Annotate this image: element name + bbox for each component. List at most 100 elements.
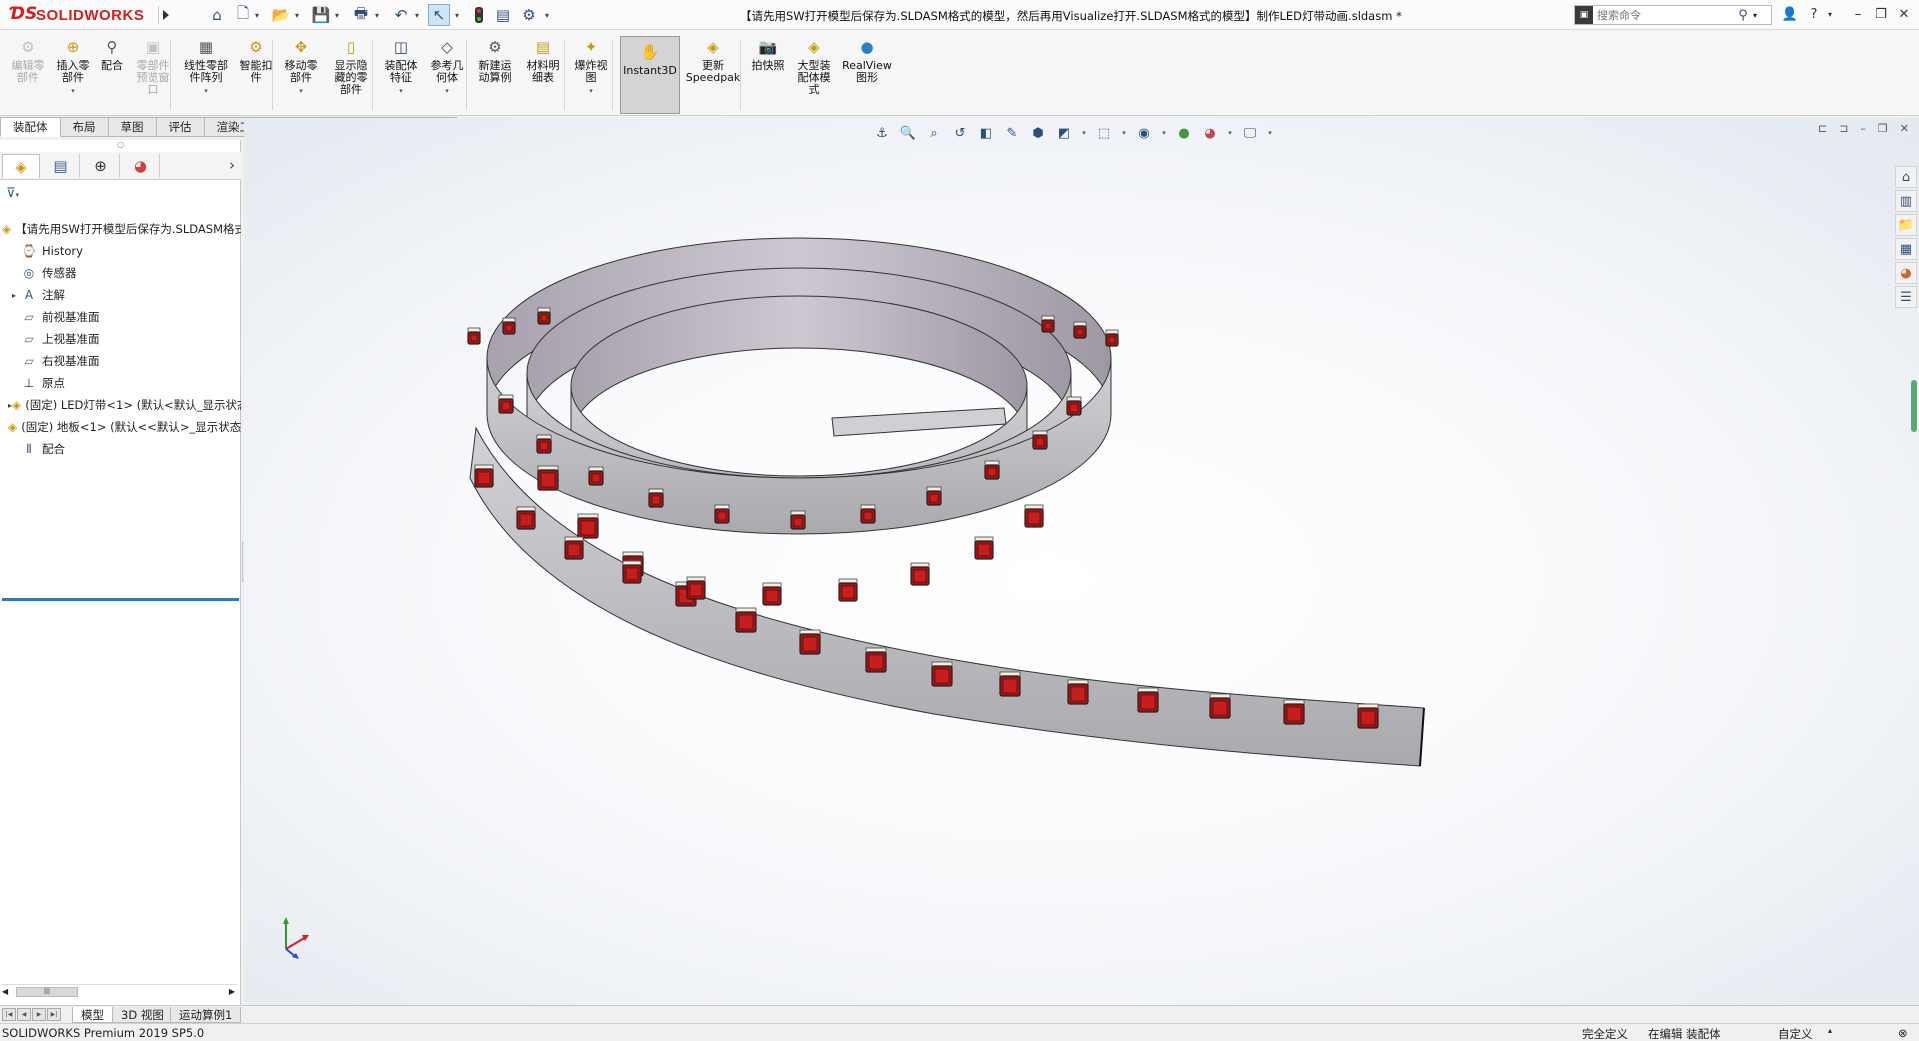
scroll-right-icon[interactable]: ▶ <box>229 987 235 996</box>
task-pane-scroll-thumb[interactable] <box>1911 380 1917 432</box>
rebuild-icon[interactable] <box>468 4 490 26</box>
featuremanager-icon[interactable]: ◈ <box>2 154 40 178</box>
print-dropdown[interactable]: ▾ <box>372 4 382 26</box>
filter-icon[interactable]: ⊽▾ <box>6 186 19 201</box>
tab-model[interactable]: 模型 <box>72 1007 113 1023</box>
section-view-icon[interactable]: ◧ <box>976 123 996 143</box>
assembly-features-button[interactable]: ◫ 装配体 特征 ▾ <box>380 36 422 114</box>
chevron-down-icon[interactable]: ▾ <box>589 85 593 97</box>
mate-button[interactable]: ⚲ 配合 <box>96 36 128 114</box>
display-style-icon[interactable]: ◩ <box>1054 123 1074 143</box>
tree-root-assembly[interactable]: ◈【请先用SW打开模型后保存为.SLDASM格式的模型，然后再用Visualiz… <box>0 218 241 240</box>
view-cube-icon[interactable]: ⬢ <box>1028 123 1048 143</box>
first-tab-icon[interactable]: |◀ <box>2 1008 16 1021</box>
chevron-down-icon[interactable]: ▾ <box>399 85 403 97</box>
zoom-to-fit-icon[interactable]: 🔍 <box>898 123 918 143</box>
rebuild-status-icon[interactable]: ⊗ <box>1898 1026 1908 1040</box>
graphics-area[interactable]: ⚓ 🔍 ⌕ ↺ ◧ ✎ ⬢ ◩ ▾ ⬚ ▾ ◉ ▾ ● ◕ ▾ 🖵 ▾ ⊏ ⊐ … <box>244 118 1919 1005</box>
show-hidden-components-button[interactable]: ▯ 显示隐 藏的零 部件 <box>328 36 374 114</box>
apply-scene-icon[interactable]: ● <box>1174 123 1194 143</box>
save-dropdown[interactable]: ▾ <box>332 4 342 26</box>
file-properties-icon[interactable]: ▤ <box>492 4 514 26</box>
display-style-dropdown[interactable]: ▾ <box>1080 123 1088 143</box>
last-tab-icon[interactable]: ▶| <box>47 1008 61 1021</box>
bill-of-materials-button[interactable]: ▤ 材料明 细表 <box>522 36 564 114</box>
search-input[interactable] <box>1593 6 1733 24</box>
user-icon[interactable]: 👤 <box>1780 5 1800 25</box>
scroll-left-icon[interactable]: ◀ <box>2 987 8 996</box>
instant3d-button[interactable]: ✋ Instant3D <box>620 36 680 114</box>
solidworks-resources-icon[interactable]: ⌂ <box>1895 166 1917 188</box>
tab-layout[interactable]: 布局 <box>60 117 109 137</box>
zoom-to-area-icon[interactable]: ⌕ <box>924 123 944 143</box>
chevron-down-icon[interactable]: ▾ <box>445 85 449 97</box>
close-icon[interactable]: ✕ <box>1894 5 1914 25</box>
monitor-dropdown[interactable]: ▾ <box>1266 123 1274 143</box>
new-icon[interactable]: 🗋 <box>232 4 254 26</box>
take-snapshot-button[interactable]: 📷 拍快照 <box>748 36 788 114</box>
viewport-close-icon[interactable]: ✕ <box>1900 122 1909 135</box>
tab-evaluate[interactable]: 评估 <box>156 117 205 137</box>
led-strip-model[interactable] <box>244 118 1919 1005</box>
units-dropdown-icon[interactable]: ▴ <box>1828 1026 1832 1035</box>
undo-icon[interactable]: ↶ <box>390 4 412 26</box>
update-speedpak-button[interactable]: ◈ 更新 Speedpak <box>686 36 741 114</box>
search-icon[interactable]: ⚲ <box>1733 8 1753 23</box>
tree-item[interactable]: ▸ A 注解 <box>0 284 241 306</box>
minimize-icon[interactable]: – <box>1848 5 1868 25</box>
print-icon[interactable]: 🖶 <box>350 4 372 26</box>
viewport-restore-icon[interactable]: ❐ <box>1878 122 1888 135</box>
linear-component-pattern-button[interactable]: ▦ 线性零部 件阵列 ▾ <box>178 36 234 114</box>
options-icon[interactable]: ⚙ <box>518 4 540 26</box>
view-palette-icon[interactable]: ▦ <box>1895 238 1917 260</box>
open-dropdown[interactable]: ▾ <box>292 4 302 26</box>
hide-show-items-icon[interactable]: ⬚ <box>1094 123 1114 143</box>
previous-view-icon[interactable]: ↺ <box>950 123 970 143</box>
units-status[interactable]: 自定义 <box>1778 1026 1813 1041</box>
viewport-right-icon[interactable]: ⊐ <box>1839 122 1848 135</box>
hide-show-dropdown[interactable]: ▾ <box>1120 123 1128 143</box>
tab-assembly[interactable]: 装配体 <box>0 117 61 137</box>
edit-component-button[interactable]: ⚙ 编辑零 部件 <box>8 36 48 114</box>
viewport-minimize-icon[interactable]: – <box>1860 122 1866 135</box>
undo-dropdown[interactable]: ▾ <box>412 4 422 26</box>
save-icon[interactable]: 💾 <box>310 4 332 26</box>
rollback-bar[interactable] <box>2 598 239 601</box>
chevron-right-icon[interactable]: › <box>229 156 235 174</box>
smart-fasteners-button[interactable]: ⚙ 智能扣件 <box>236 36 276 114</box>
select-dropdown[interactable]: ▾ <box>452 4 462 26</box>
expand-arrow-icon[interactable]: ▸ <box>8 291 20 300</box>
tree-item[interactable]: ▱ 前视基准面 <box>0 306 241 328</box>
search-commands-box[interactable]: ▣ ⚲ ▾ <box>1574 5 1772 25</box>
tree-item[interactable]: ▱ 上视基准面 <box>0 328 241 350</box>
view-settings-icon[interactable]: ◕ <box>1200 123 1220 143</box>
tree-item[interactable]: ⌚ History <box>0 240 241 262</box>
tab-motion-study-1[interactable]: 运动算例1 <box>170 1007 242 1023</box>
large-assembly-mode-button[interactable]: ◈ 大型装 配体模式 <box>792 36 836 114</box>
reference-geometry-button[interactable]: ◇ 参考几 何体 ▾ <box>426 36 468 114</box>
realview-graphics-button[interactable]: ● RealView 图形 <box>840 36 894 114</box>
restore-icon[interactable]: ❐ <box>1871 5 1891 25</box>
edit-appearance-icon[interactable]: ◉ <box>1134 123 1154 143</box>
horizontal-scrollbar[interactable]: ◀ ||| ▶ <box>2 984 237 998</box>
tree-item[interactable]: ◈(固定) 地板<1> (默认<<默认>_显示状态 1>) <box>0 416 241 438</box>
next-tab-icon[interactable]: ▶ <box>32 1008 46 1021</box>
select-icon[interactable]: ↖ <box>428 4 450 26</box>
scene-dropdown[interactable]: ▾ <box>1226 123 1234 143</box>
insert-components-button[interactable]: ⊕ 插入零 部件 ▾ <box>52 36 94 114</box>
component-preview-window-button[interactable]: ▣ 零部件 预览窗口 <box>132 36 174 114</box>
display-monitor-icon[interactable]: 🖵 <box>1240 123 1260 143</box>
move-component-button[interactable]: ✥ 移动零 部件 ▾ <box>280 36 322 114</box>
view-orientation-icon[interactable]: ⚓ <box>872 123 892 143</box>
options-dropdown[interactable]: ▾ <box>542 4 552 26</box>
exploded-view-button[interactable]: ✦ 爆炸视图 ▾ <box>570 36 612 114</box>
panel-grip-icon[interactable]: ○ <box>0 140 241 152</box>
open-icon[interactable]: 📂 <box>270 4 292 26</box>
home-icon[interactable]: ⌂ <box>206 4 228 26</box>
tab-sketch[interactable]: 草图 <box>108 117 157 137</box>
displaymanager-icon[interactable]: ◕ <box>122 154 160 178</box>
tree-item[interactable]: ⫴ 配合 <box>0 438 241 460</box>
search-dropdown-icon[interactable]: ▾ <box>1753 11 1757 20</box>
dynamic-annotation-icon[interactable]: ✎ <box>1002 123 1022 143</box>
chevron-down-icon[interactable]: ▾ <box>71 85 75 97</box>
